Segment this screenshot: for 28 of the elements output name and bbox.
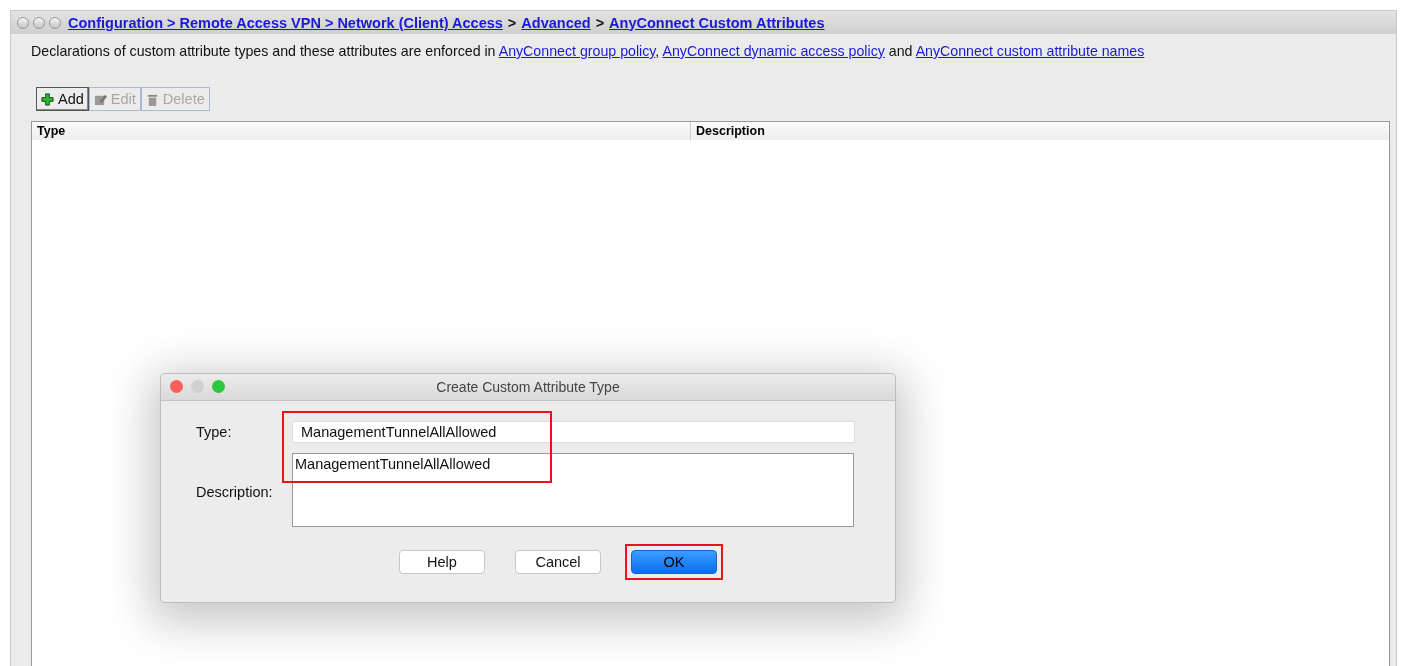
close-icon[interactable]: [170, 380, 183, 393]
breadcrumb-link[interactable]: Advanced: [521, 14, 591, 31]
column-header[interactable]: Type: [32, 122, 691, 140]
breadcrumb-link[interactable]: Configuration > Remote Access VPN > Network (Client) Access: [68, 14, 503, 31]
breadcrumb-separator: >: [507, 14, 517, 31]
description-field[interactable]: ManagementTunnelAllAllowed: [292, 453, 854, 527]
type-label: Type:: [196, 424, 233, 440]
dialog-button[interactable]: Cancel: [515, 550, 601, 574]
description-link[interactable]: AnyConnect dynamic access policy: [662, 43, 885, 59]
description-label: Description:: [196, 483, 274, 502]
column-header[interactable]: Description: [691, 122, 1389, 140]
minimize-icon[interactable]: [191, 380, 204, 393]
trash-icon: [145, 92, 159, 106]
dialog-button[interactable]: OK: [631, 550, 717, 574]
window-control-icon[interactable]: [49, 16, 61, 29]
add-button[interactable]: Add: [36, 87, 89, 111]
window-control-icon[interactable]: [17, 16, 29, 29]
dialog-button[interactable]: Help: [399, 550, 485, 574]
plus-icon: [41, 92, 54, 106]
description-text: Declarations of custom attribute types and these attributes are enforced in AnyConnect group policy, AnyConnect dynamic access policy and AnyConnect custom attribute names: [31, 43, 1146, 59]
window-control-icon[interactable]: [33, 16, 45, 29]
zoom-icon[interactable]: [212, 380, 225, 393]
type-field[interactable]: ManagementTunnelAllAllowed: [292, 421, 855, 443]
description-link[interactable]: AnyConnect custom attribute names: [915, 43, 1145, 59]
dialog-title: Create Custom Attribute Type: [436, 379, 620, 395]
breadcrumb-link[interactable]: AnyConnect Custom Attributes: [609, 14, 825, 31]
pencil-note-icon: [93, 92, 107, 106]
breadcrumb-separator: >: [595, 14, 605, 31]
